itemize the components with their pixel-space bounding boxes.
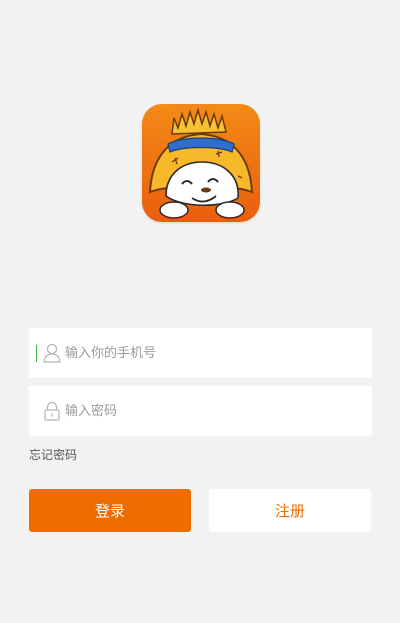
user-icon <box>43 343 61 363</box>
register-button[interactable]: 注册 <box>209 489 371 532</box>
lock-icon <box>44 401 60 421</box>
forgot-password-link[interactable]: 忘记密码 <box>29 446 77 463</box>
text-cursor <box>36 345 37 362</box>
straw-hat-mascot-icon <box>148 107 254 219</box>
password-input[interactable] <box>65 386 355 436</box>
app-logo <box>142 104 260 222</box>
phone-field[interactable] <box>29 328 372 378</box>
password-field[interactable] <box>29 386 372 436</box>
login-button[interactable]: 登录 <box>29 489 191 532</box>
phone-input[interactable] <box>65 328 355 378</box>
